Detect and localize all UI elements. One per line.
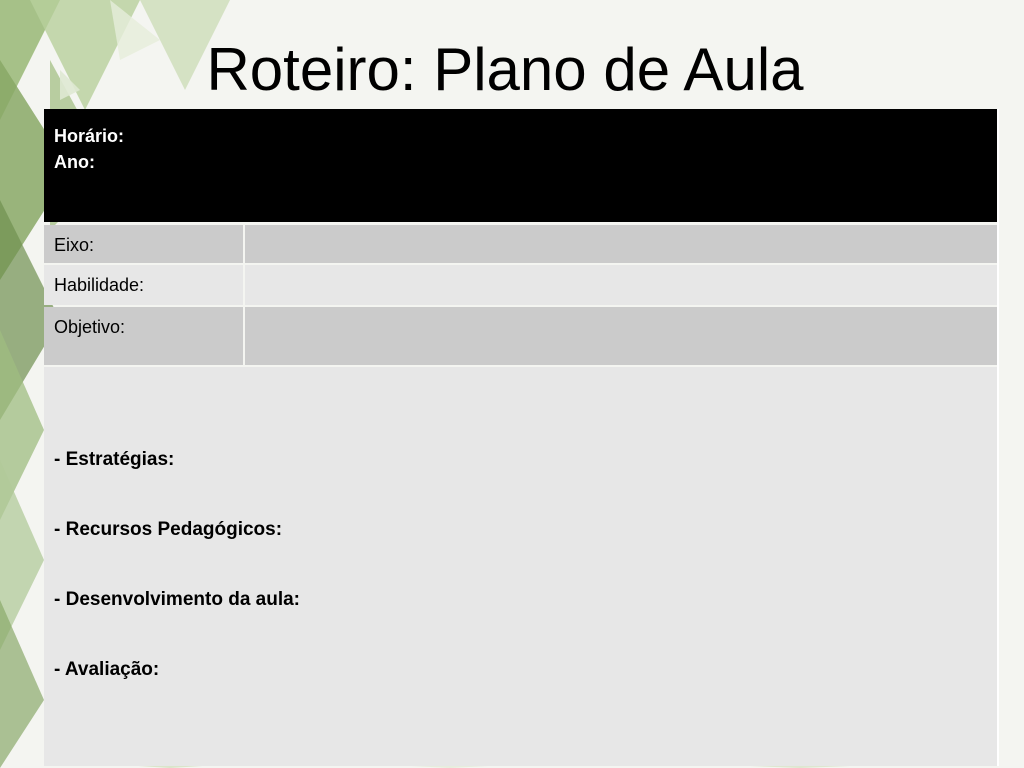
lesson-details-cell[interactable]: - Estratégias: - Recursos Pedagógicos: -… [44,367,997,766]
lesson-plan-table: Horário: Ano: Eixo: Habilidade: Objetivo… [44,109,997,766]
row-eixo: Eixo: [44,225,997,263]
row-objetivo: Objetivo: [44,307,997,365]
table-right-border [997,109,999,766]
strategies-heading: - Estratégias: [54,449,175,470]
eixo-value-cell[interactable] [245,225,997,263]
year-label: Ano: [54,152,95,172]
eixo-label: Eixo: [44,225,243,263]
lesson-development-heading: - Desenvolvimento da aula: [54,589,301,610]
header-band: Horário: Ano: [44,109,997,222]
row-habilidade: Habilidade: [44,265,997,305]
evaluation-heading: - Avaliação: [54,659,160,680]
objetivo-label: Objetivo: [44,307,243,365]
habilidade-value-cell[interactable] [245,265,997,305]
pedagogical-resources-heading: - Recursos Pedagógicos: [54,519,283,540]
objetivo-value-cell[interactable] [245,307,997,365]
slide-title: Roteiro: Plano de Aula [206,36,804,103]
habilidade-label: Habilidade: [44,265,243,305]
schedule-label: Horário: [54,126,125,146]
